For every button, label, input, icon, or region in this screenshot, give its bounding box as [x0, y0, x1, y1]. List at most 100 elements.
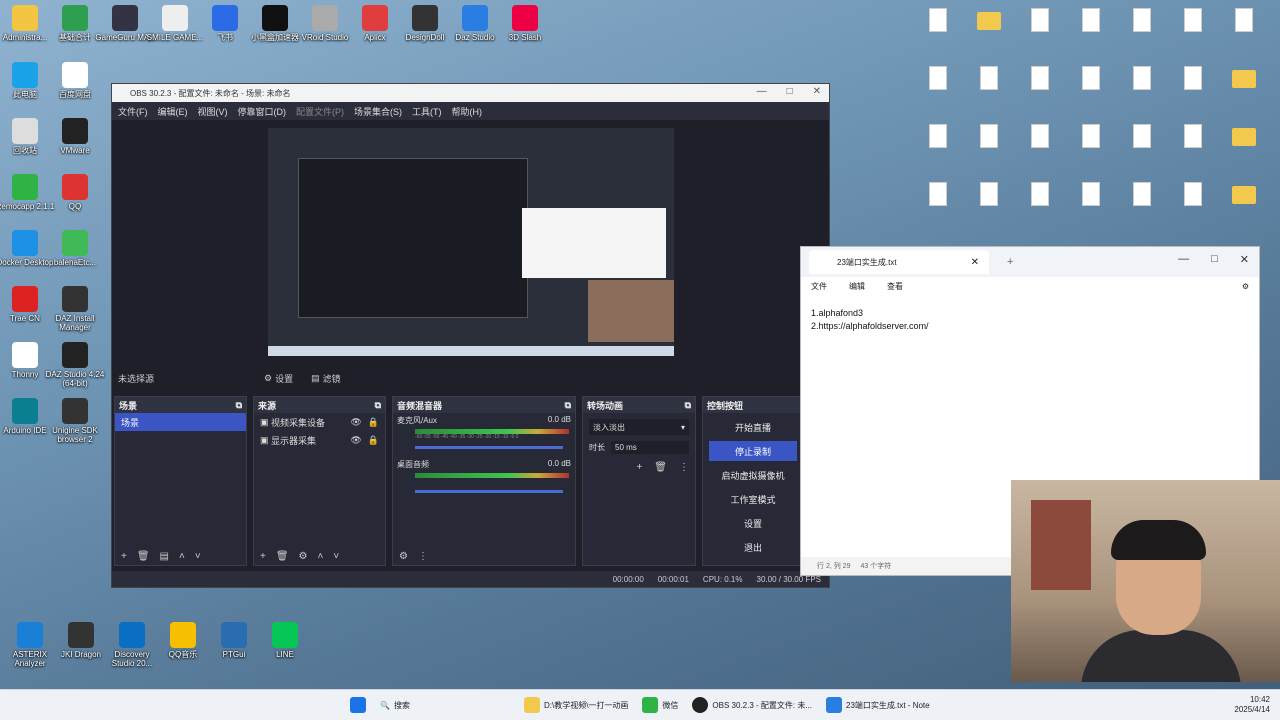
gear-icon[interactable]: ⚙	[399, 551, 408, 562]
new-tab-icon[interactable]: +	[1007, 256, 1013, 268]
desktop-icon[interactable]: Unigine SDK browser 2	[45, 398, 105, 444]
menu-file[interactable]: 文件	[811, 281, 827, 292]
source-item[interactable]: ▣ 视频采集设备 👁 🔒	[254, 413, 385, 431]
duration-input[interactable]: 50 ms	[611, 441, 689, 454]
notepad-editor[interactable]: 1.alphafond3 2.https://alphafoldserver.c…	[801, 295, 1259, 345]
add-icon[interactable]: +	[636, 462, 642, 473]
desktop-icon[interactable]: 百度网盘	[45, 62, 105, 99]
trash-icon[interactable]: 🗑	[654, 462, 667, 473]
close-icon[interactable]: ✕	[971, 257, 979, 268]
menu-profile[interactable]: 配置文件(P)	[296, 105, 344, 118]
obs-statusbar: 00:00:00 00:00:01 CPU: 0.1% 30.00 / 30.0…	[112, 571, 829, 587]
taskbar-app[interactable]: D:\教学视频\一打一动画	[523, 697, 628, 713]
source-item[interactable]: ▣ 显示器采集 👁 🔒	[254, 431, 385, 449]
desktop-icon[interactable]: VMware	[45, 118, 105, 155]
app-icon	[62, 5, 88, 31]
desktop-icon-label: 百度网盘	[59, 90, 91, 99]
file-icon[interactable]	[1214, 8, 1274, 34]
control-button[interactable]: 开始直播	[709, 417, 797, 437]
desktop-icon[interactable]: DAZ Install Manager	[45, 286, 105, 332]
search-box[interactable]: 🔍 搜索	[380, 700, 410, 711]
menu-help[interactable]: 帮助(H)	[452, 105, 483, 118]
app-icon	[62, 398, 88, 424]
start-button[interactable]	[350, 697, 366, 713]
document-icon	[1031, 182, 1049, 206]
notepad-tab[interactable]: 23端口实生成.txt ✕	[809, 250, 989, 274]
add-icon[interactable]: +	[260, 551, 266, 562]
control-button[interactable]: 停止录制	[709, 441, 797, 461]
menu-tools[interactable]: 工具(T)	[412, 105, 442, 118]
app-icon	[272, 622, 298, 648]
taskbar-app[interactable]: 微信	[642, 697, 678, 713]
maximize-icon[interactable]: □	[1211, 253, 1218, 266]
volume-slider[interactable]	[415, 446, 563, 449]
add-icon[interactable]: +	[121, 551, 127, 562]
minimize-icon[interactable]: —	[757, 86, 767, 97]
volume-meter	[415, 473, 569, 478]
undock-icon[interactable]: ⧉	[375, 400, 381, 411]
file-icon[interactable]	[1214, 66, 1274, 90]
control-button[interactable]: 设置	[709, 513, 797, 533]
trash-icon[interactable]: 🗑	[137, 551, 150, 562]
menu-file[interactable]: 文件(F)	[118, 105, 148, 118]
undock-icon[interactable]: ⧉	[685, 400, 691, 411]
down-icon[interactable]: ˅	[195, 551, 201, 562]
scene-filter-icon[interactable]: ▤	[160, 551, 169, 562]
menu-docks[interactable]: 停靠窗口(D)	[238, 105, 287, 118]
desktop-icon-label: DAZ Studio 4.24 (64-bit)	[45, 370, 105, 388]
menu-view[interactable]: 视图(V)	[198, 105, 228, 118]
obs-preview[interactable]	[268, 128, 674, 356]
desktop-icon[interactable]: DAZ Studio 4.24 (64-bit)	[45, 342, 105, 388]
desktop-icon-label: Unigine SDK browser 2	[52, 426, 98, 444]
preview-webcam	[588, 280, 674, 342]
control-button[interactable]: 启动虚拟摄像机	[709, 465, 797, 485]
undock-icon[interactable]: ⧉	[565, 400, 571, 411]
tab-title: 23端口实生成.txt	[837, 257, 897, 267]
volume-slider[interactable]	[415, 490, 563, 493]
document-icon	[929, 182, 947, 206]
taskbar-app-label: 23端口实生成.txt - Note	[846, 700, 930, 710]
clock[interactable]: 10:42 2025/4/14	[1234, 695, 1270, 715]
filters-button[interactable]: 滤镜	[323, 372, 341, 385]
maximize-icon[interactable]: □	[787, 86, 793, 97]
camera-icon: ▣	[260, 416, 269, 427]
text-line: 1.alphafond3	[811, 308, 864, 318]
minimize-icon[interactable]: —	[1178, 253, 1189, 266]
taskbar-app[interactable]: OBS 30.2.3 - 配置文件: 未...	[692, 697, 812, 713]
control-button[interactable]: 退出	[709, 537, 797, 557]
properties-button[interactable]: 设置	[275, 372, 293, 385]
file-icon[interactable]	[1214, 182, 1274, 206]
close-icon[interactable]: ✕	[813, 86, 821, 97]
up-icon[interactable]: ˄	[179, 551, 185, 562]
eye-icon[interactable]: 👁	[350, 417, 361, 428]
down-icon[interactable]: ˅	[333, 551, 339, 562]
lock-icon[interactable]: 🔒	[368, 435, 379, 446]
desktop-icon[interactable]: QQ	[45, 174, 105, 211]
lock-icon[interactable]: 🔒	[368, 417, 379, 428]
transition-select[interactable]: 淡入淡出 ▾	[589, 419, 689, 435]
menu-edit[interactable]: 编辑	[849, 281, 865, 292]
document-icon	[1184, 182, 1202, 206]
trash-icon[interactable]: 🗑	[276, 551, 289, 562]
scene-item[interactable]: 场景	[115, 413, 246, 431]
taskbar-app[interactable]: 23端口实生成.txt - Note	[826, 697, 930, 713]
app-icon	[362, 5, 388, 31]
more-icon[interactable]: ⋮	[418, 551, 428, 562]
control-button[interactable]: 工作室模式	[709, 489, 797, 509]
eye-icon[interactable]: 👁	[350, 435, 361, 446]
undock-icon[interactable]: ⧉	[236, 400, 242, 411]
more-icon[interactable]: ⋮	[679, 462, 689, 473]
desktop-icon[interactable]: 3D Slash	[495, 5, 555, 42]
close-icon[interactable]: ✕	[1240, 253, 1249, 266]
desktop-icon[interactable]: LINE	[255, 622, 315, 659]
gear-icon[interactable]: ⚙	[299, 551, 308, 562]
menu-scene-collection[interactable]: 场景集合(S)	[354, 105, 402, 118]
gear-icon[interactable]: ⚙	[1242, 282, 1249, 291]
desktop-icon[interactable]: balenaEtc...	[45, 230, 105, 267]
up-icon[interactable]: ˄	[318, 551, 324, 562]
gear-icon[interactable]: ⚙	[264, 373, 272, 384]
menu-edit[interactable]: 编辑(E)	[158, 105, 188, 118]
menu-view[interactable]: 查看	[887, 281, 903, 292]
file-icon[interactable]	[1214, 124, 1274, 148]
filter-icon[interactable]: ▤	[311, 373, 320, 384]
